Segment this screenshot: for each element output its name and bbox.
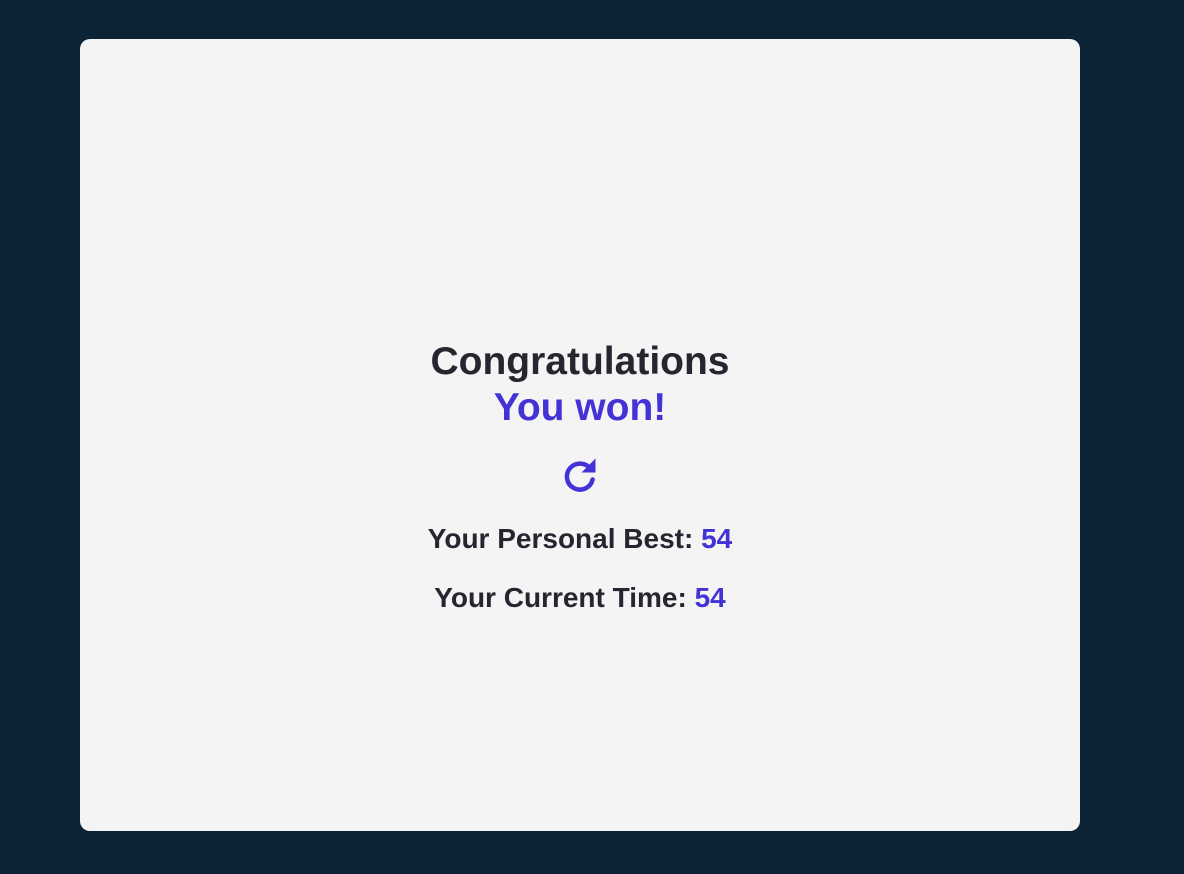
current-time-label: Your Current Time: (434, 582, 695, 613)
current-time-row: Your Current Time: 54 (80, 581, 1080, 615)
personal-best-value: 54 (701, 523, 733, 554)
rotate-right-icon (558, 455, 602, 499)
personal-best-label: Your Personal Best: (427, 523, 702, 554)
personal-best-row: Your Personal Best: 54 (80, 522, 1080, 556)
congratulations-heading: Congratulations (430, 340, 730, 383)
result-content: Congratulations You won! Your Personal B… (80, 339, 1080, 615)
current-time-value: 54 (694, 582, 726, 613)
restart-button[interactable] (558, 455, 602, 499)
you-won-heading: You won! (493, 386, 667, 429)
result-card: Congratulations You won! Your Personal B… (80, 39, 1080, 831)
